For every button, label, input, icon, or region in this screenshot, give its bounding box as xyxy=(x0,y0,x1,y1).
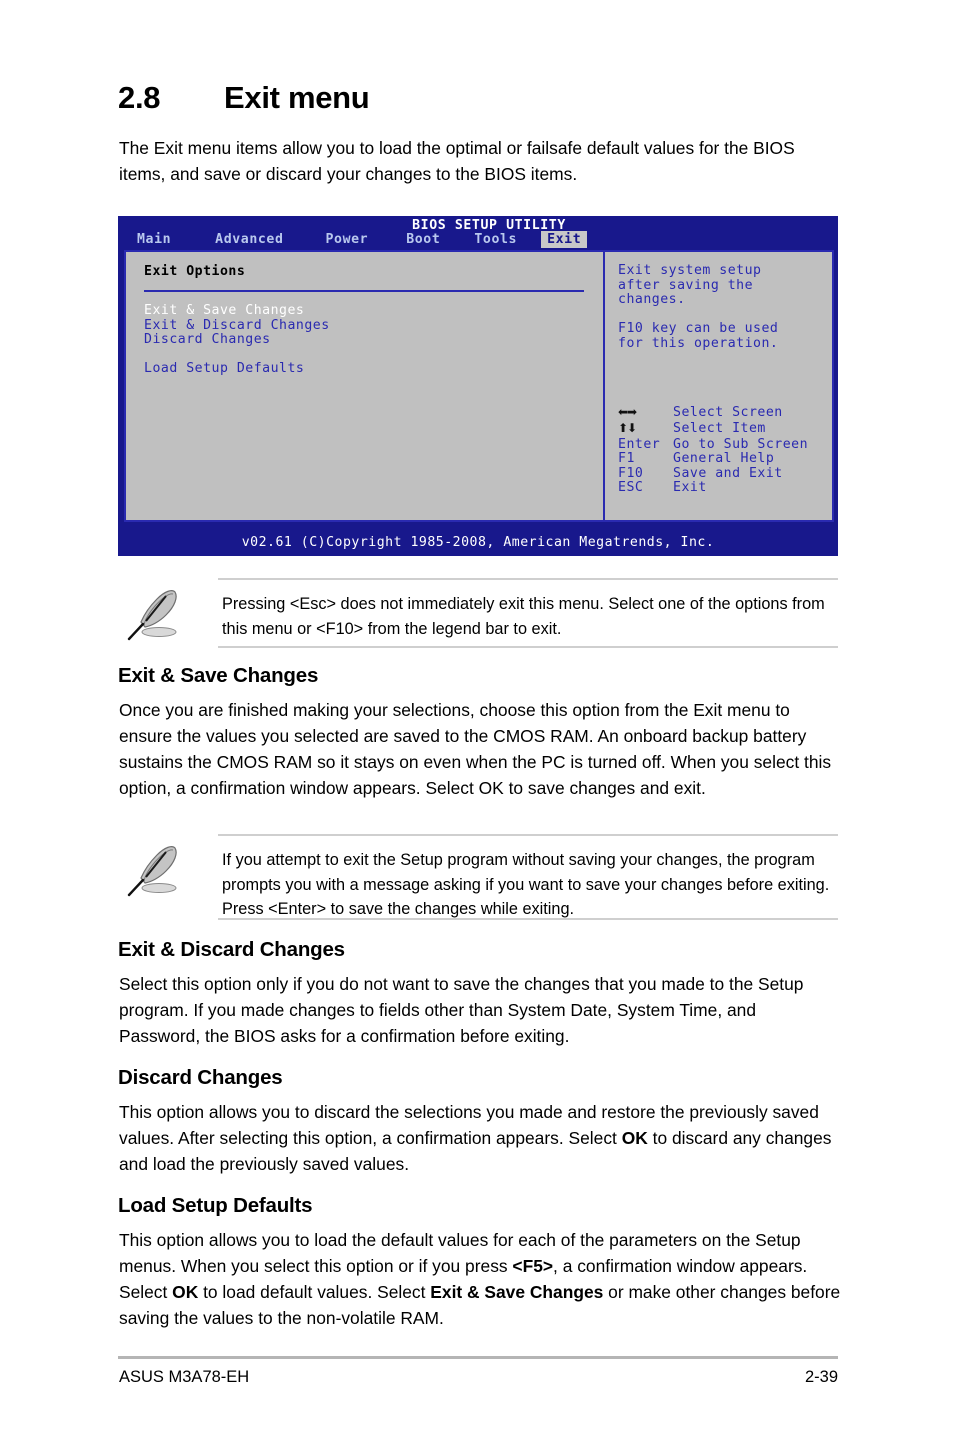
bios-setup-screenshot: BIOS SETUP UTILITY Main Advanced Power B… xyxy=(118,216,838,556)
heading-exit-discard-changes: Exit & Discard Changes xyxy=(118,938,345,961)
bios-title-bar: BIOS SETUP UTILITY Main Advanced Power B… xyxy=(119,217,837,248)
bios-tab-power[interactable]: Power xyxy=(320,231,375,248)
bios-help-line-5: for this operation. xyxy=(618,335,779,351)
bios-legend-label-exit: Exit xyxy=(673,480,707,496)
footer-product-name: ASUS M3A78-EH xyxy=(119,1368,250,1386)
bios-body: Exit Options Exit & Save Changes Exit & … xyxy=(124,250,834,522)
paragraph-exit-discard-changes: Select this option only if you do not wa… xyxy=(119,974,804,1046)
bios-options-panel: Exit Options Exit & Save Changes Exit & … xyxy=(126,252,605,520)
bios-tab-main[interactable]: Main xyxy=(131,231,177,248)
load-text-c: to load default values. Select xyxy=(198,1282,431,1302)
bios-help-line-2: after saving the xyxy=(618,277,754,293)
up-down-arrow-icon: ⬆⬇ xyxy=(618,421,637,436)
manual-page: 2.8 Exit menu The Exit menu items allow … xyxy=(0,0,954,1438)
note-box-save-prompt: If you attempt to exit the Setup program… xyxy=(118,834,838,922)
paragraph-discard-changes: This option allows you to discard the se… xyxy=(119,1099,841,1177)
note-text-save-prompt: If you attempt to exit the Setup program… xyxy=(222,851,830,918)
section-number: 2.8 xyxy=(118,80,161,115)
section-title: Exit menu xyxy=(224,80,370,115)
note-box-esc: Pressing <Esc> does not immediately exit… xyxy=(118,578,838,650)
bios-legend-key-f10: F10 xyxy=(618,465,644,481)
paragraph-exit-save-changes: Once you are finished making your select… xyxy=(119,700,832,798)
bios-panel-divider xyxy=(144,290,584,292)
bios-help-panel: Exit system setup after saving the chang… xyxy=(605,252,832,520)
page-title: 2.8 Exit menu xyxy=(118,80,848,116)
note-pencil-icon xyxy=(126,842,188,898)
bios-legend-label-sub-screen: Go to Sub Screen xyxy=(673,436,809,452)
heading-exit-save-changes: Exit & Save Changes xyxy=(118,664,319,687)
heading-load-setup-defaults: Load Setup Defaults xyxy=(118,1194,313,1217)
bios-legend-key-f1: F1 xyxy=(618,451,635,467)
bios-legend-row-f10: F10 Save and Exit xyxy=(618,465,808,482)
bios-option-list: Exit & Save Changes Exit & Discard Chang… xyxy=(144,303,603,377)
bios-tab-tools[interactable]: Tools xyxy=(468,231,523,248)
bios-legend-bar: ⬅➡ Select Screen ⬆⬇ Select Item Enter Go… xyxy=(618,405,809,496)
load-text-exit-save: Exit & Save Changes xyxy=(430,1282,604,1302)
bios-legend-row-esc: ESC Exit xyxy=(618,481,808,496)
footer-page-number: 2-39 xyxy=(804,1368,838,1386)
note-top-rule xyxy=(218,578,838,580)
bios-option-load-setup-defaults[interactable]: Load Setup Defaults xyxy=(144,362,603,377)
bios-legend-label-select-screen: Select Screen xyxy=(673,405,783,421)
bios-legend-label-general-help: General Help xyxy=(673,451,775,467)
note-bottom-rule xyxy=(218,646,838,648)
bios-option-exit-discard-changes[interactable]: Exit & Discard Changes xyxy=(144,318,603,334)
bios-legend-row-f1: F1 General Help xyxy=(618,452,808,467)
bios-tab-boot[interactable]: Boot xyxy=(400,231,446,248)
bios-tab-exit[interactable]: Exit xyxy=(541,231,588,248)
bios-legend-row-enter: Enter Go to Sub Screen xyxy=(618,436,809,453)
bios-help-line-4: F10 key can be used xyxy=(618,321,779,337)
bios-menu-tabs: Main Advanced Power Boot Tools Exit xyxy=(131,231,588,248)
load-text-ok: OK xyxy=(172,1282,199,1302)
bios-legend-key-esc: ESC xyxy=(618,480,644,496)
footer-divider xyxy=(118,1356,838,1359)
bios-legend-key-enter: Enter xyxy=(618,436,661,452)
left-right-arrow-icon: ⬅➡ xyxy=(618,405,637,420)
bios-option-discard-changes[interactable]: Discard Changes xyxy=(144,333,603,348)
bios-copyright-bar: v02.61 (C)Copyright 1985-2008, American … xyxy=(119,533,837,555)
note-text-esc: Pressing <Esc> does not immediately exit… xyxy=(222,595,825,638)
bios-panel-title: Exit Options xyxy=(144,264,246,279)
section-intro-paragraph: The Exit menu items allow you to load th… xyxy=(119,138,795,184)
note-pencil-icon xyxy=(126,586,188,642)
bios-help-line-1: Exit system setup xyxy=(618,263,762,278)
heading-discard-changes: Discard Changes xyxy=(118,1066,283,1089)
bios-help-spacer xyxy=(618,308,832,323)
bios-tab-advanced[interactable]: Advanced xyxy=(209,231,289,248)
bios-option-exit-save-changes[interactable]: Exit & Save Changes xyxy=(144,303,603,319)
load-text-f5: <F5> xyxy=(512,1256,554,1276)
paragraph-load-setup-defaults: This option allows you to load the defau… xyxy=(119,1227,841,1331)
bios-help-line-3: changes. xyxy=(618,292,686,308)
bios-legend-label-save-exit: Save and Exit xyxy=(673,465,783,481)
discard-text-ok: OK xyxy=(621,1128,648,1148)
bios-legend-row-select-screen: ⬅➡ Select Screen xyxy=(618,405,808,422)
bios-legend-row-select-item: ⬆⬇ Select Item xyxy=(618,421,808,438)
bios-legend-label-select-item: Select Item xyxy=(673,421,766,437)
note-top-rule-2 xyxy=(218,834,838,836)
